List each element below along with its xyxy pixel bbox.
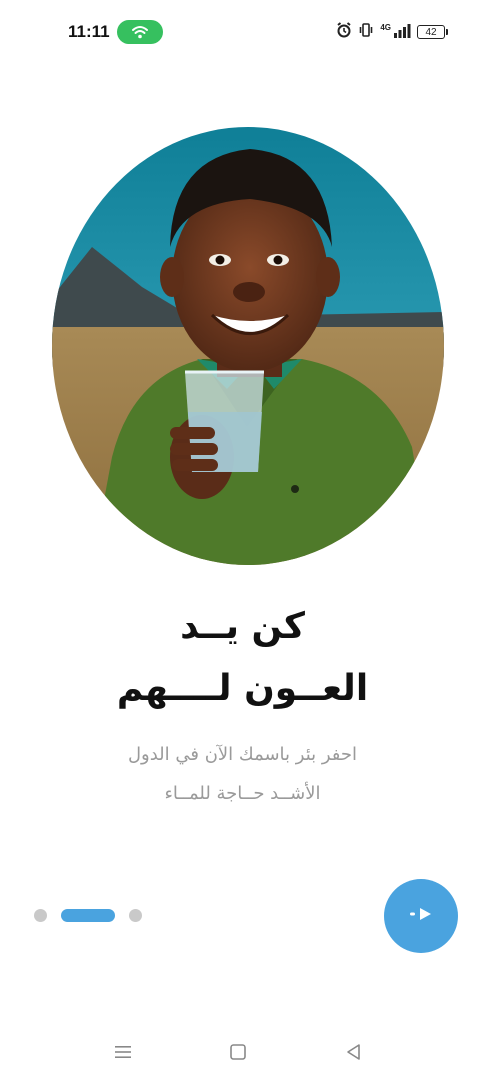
onboarding-screen: 11:11 4G 42 كن يــد العــون لــــهم احفر… bbox=[0, 0, 485, 1080]
vibrate-icon bbox=[358, 22, 374, 42]
signal-icon bbox=[393, 23, 411, 42]
page-dot-3[interactable] bbox=[129, 909, 142, 922]
onboarding-title-line-2: العــون لــــهم bbox=[116, 668, 369, 709]
onboarding-subtitle-line-2: الأشــد حــاجة للمــاء bbox=[164, 783, 321, 804]
status-icons: 4G 42 bbox=[336, 22, 448, 42]
status-bar: 11:11 4G 42 bbox=[0, 18, 485, 48]
back-triangle-icon[interactable] bbox=[342, 1040, 366, 1064]
hero-photo bbox=[52, 127, 444, 565]
system-navigation-bar bbox=[0, 1036, 485, 1066]
next-button[interactable] bbox=[384, 879, 458, 953]
page-indicator bbox=[34, 909, 142, 922]
alarm-icon bbox=[336, 22, 352, 42]
menu-icon[interactable] bbox=[111, 1040, 135, 1064]
battery-level: 42 bbox=[425, 26, 437, 38]
onboarding-subtitle-line-1: احفر بئر باسمك الآن في الدول bbox=[127, 744, 358, 765]
page-dot-1[interactable] bbox=[34, 909, 47, 922]
status-time: 11:11 bbox=[68, 22, 110, 41]
boy-holding-water-glass-photo bbox=[52, 127, 444, 565]
onboarding-title-line-1: كن يــد bbox=[180, 606, 305, 647]
arrow-right-icon bbox=[408, 905, 434, 927]
network-type-label: 4G bbox=[380, 22, 391, 32]
home-square-icon[interactable] bbox=[226, 1040, 250, 1064]
page-dot-2-active[interactable] bbox=[61, 909, 115, 922]
battery-icon: 42 bbox=[417, 25, 448, 39]
wifi-hotspot-icon bbox=[117, 20, 163, 44]
